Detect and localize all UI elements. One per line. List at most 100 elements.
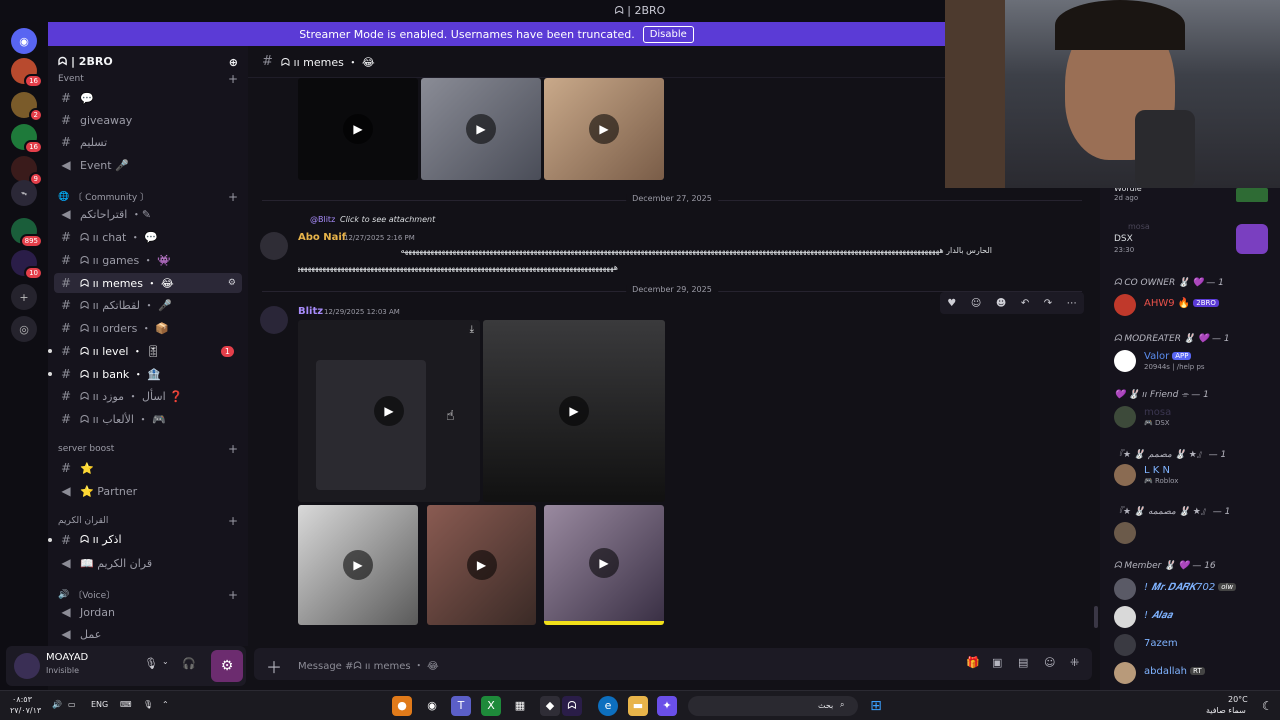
active-server-icon[interactable]: 10 [11,250,43,280]
play-icon[interactable]: ▶ [589,548,619,578]
member-item[interactable]: Valor APP 20944s | /help ps [1114,348,1274,376]
laugh-reaction-icon[interactable]: ☺ [971,298,981,309]
voice-channel-item[interactable]: ◀ Jordan [54,602,242,622]
voice-channel-item[interactable]: ◀ عمل [54,624,242,644]
file-explorer-icon[interactable]: ▬ [628,696,648,716]
app-icon[interactable]: ◆ [540,696,560,716]
app-icon[interactable]: ● [392,696,412,716]
download-icon[interactable]: ⤓ [470,324,474,335]
sticker-icon[interactable]: ▤ [1018,656,1028,669]
channel-item[interactable]: # ᗣ ıı chat ・ 💬 [54,227,242,247]
gift-icon[interactable]: 🎁 [966,656,980,669]
reply-icon[interactable]: ↶ [1021,298,1029,309]
home-discord-icon[interactable]: ◉ [11,28,37,54]
channel-item[interactable]: ◀ 📖 قران الكريم [54,553,242,573]
add-channel-icon[interactable]: + [228,442,238,456]
author-avatar[interactable] [260,306,288,334]
member-item[interactable]: ! 𝑴𝒓.𝑫𝑨𝑹𝑲702 olw [1114,576,1274,604]
apps-icon[interactable]: ⁜ [1070,656,1079,669]
video-attachment[interactable]: ▶ [298,505,418,625]
category-server-boost[interactable]: server boost + [58,442,238,456]
edge-icon[interactable]: e [598,696,618,716]
headphones-icon[interactable]: 🎧 [182,657,196,670]
video-attachment[interactable]: ▶ [421,78,541,180]
member-item[interactable]: 7azem [1114,632,1274,660]
channel-item[interactable]: ◀ ⭐ Partner [54,481,242,501]
message-author[interactable]: Blitz [298,306,323,317]
category-quran[interactable]: القران الكريم + [58,514,238,528]
server-folder-icon[interactable]: ᯓ [11,180,37,206]
message-input[interactable]: Message #ᗣ ıı memes ・ 😂 [298,657,439,672]
member-item[interactable]: AHW9 🔥 2BRO [1114,292,1274,320]
forward-icon[interactable]: ↷ [1044,298,1052,309]
server-icon[interactable]: 2 [11,92,43,122]
emoji-icon[interactable]: ☺ [1044,656,1055,669]
taskbar-search[interactable]: بحث ⌕ [688,696,858,716]
category-voice[interactable]: 🔊 〔Voice〕 + [58,588,238,602]
channel-item[interactable]: # تسليم [54,132,242,152]
discord-taskbar-icon[interactable]: ᗣ [562,696,582,716]
member-item[interactable]: L K N 🎮 Roblox [1114,462,1274,490]
chevron-down-icon[interactable]: ⌄ [162,657,169,666]
channel-item[interactable]: # ᗣ ıı الألعاب ・ 🎮 [54,409,242,429]
play-icon[interactable]: ▶ [343,550,373,580]
user-settings-button[interactable]: ⚙ [211,650,243,682]
member-item[interactable]: abdallah RT [1114,660,1274,688]
member-item[interactable]: ! 𝑨𝒍𝒂𝒂 [1114,604,1274,632]
server-icon[interactable]: 16 [11,124,43,154]
scrollbar-thumb[interactable] [1094,606,1098,628]
reply-preview[interactable]: Click to see attachment [340,215,435,224]
video-attachment[interactable]: ▶ [298,78,418,180]
channel-item[interactable]: # ᗣ ıı orders ・ 📦 [54,318,242,338]
disable-streamer-button[interactable]: Disable [642,25,694,43]
add-attachment-icon[interactable]: ＋ [266,654,282,678]
server-icon[interactable]: 9 [11,156,43,186]
excel-icon[interactable]: X [481,696,501,716]
add-channel-icon[interactable]: + [228,190,238,204]
windows-start-icon[interactable]: ⊞ [866,696,886,716]
volume-icon[interactable]: 🔊 [52,700,62,709]
add-reaction-icon[interactable]: ☻ [996,298,1006,309]
channel-item[interactable]: ◀ Event 🎤 [54,155,242,175]
member-item[interactable]: mosa 🎮 DSX [1114,404,1274,432]
heart-reaction-icon[interactable]: ♥ [947,298,956,309]
play-icon[interactable]: ▶ [343,114,373,144]
video-attachment[interactable]: ▶ [427,505,536,625]
mic-tray-icon[interactable]: 🎙 [143,700,153,709]
more-icon[interactable]: ⋯ [1067,298,1077,309]
discover-icon[interactable]: ◎ [11,316,37,342]
keyboard-icon[interactable]: ⌨ [120,700,132,709]
category-event[interactable]: Event + [58,72,238,86]
teams-icon[interactable]: T [451,696,471,716]
add-server-icon[interactable]: + [11,284,37,310]
message-composer[interactable]: ＋ Message #ᗣ ıı memes ・ 😂 🎁 ▣ ▤ ☺ ⁜ [254,648,1092,680]
user-avatar[interactable] [14,653,40,679]
server-icon[interactable]: 16 [11,58,43,88]
channel-item[interactable]: # ᗣ ıı bank ・ 🏦 [48,364,242,384]
copilot-icon[interactable]: ✦ [657,696,677,716]
microphone-icon[interactable]: 🎙 [144,657,158,670]
channel-item[interactable]: # giveaway [54,110,242,130]
channel-item[interactable]: # 💬 [54,88,242,108]
channel-item[interactable]: # ᗣ ıı games ・ 👾 [54,250,242,270]
server-icon[interactable]: 895 [11,218,43,248]
play-icon[interactable]: ▶ [589,114,619,144]
category-community[interactable]: 🌐 〔 Community 〕 + [58,190,238,204]
network-icon[interactable]: ▭ [68,700,76,709]
channel-item[interactable]: # ⭐ [54,458,242,478]
play-icon[interactable]: ▶ [466,550,497,580]
channel-item[interactable]: # ᗣ ıı اذكر [48,530,242,550]
play-icon[interactable]: ▶ [374,396,404,426]
play-icon[interactable]: ▶ [466,114,496,144]
obs-icon[interactable]: ◉ [422,696,442,716]
add-channel-icon[interactable]: + [228,72,238,86]
chevron-up-icon[interactable]: ⌃ [162,700,169,709]
input-language[interactable]: ENG [91,700,108,709]
channel-item[interactable]: # ᗣ ıı اسأل ・ موزد ❓ [54,386,242,406]
weather-moon-icon[interactable]: ☾ [1262,699,1273,713]
author-avatar[interactable] [260,232,288,260]
video-attachment[interactable]: ▶ [544,78,664,180]
channel-item[interactable]: ◀ اقتراحاتكم ・✎ [54,204,242,224]
channel-item[interactable]: # ᗣ ıı level ・ 🎚 1 [48,341,242,361]
invite-icon[interactable]: ⊕ [229,56,238,69]
